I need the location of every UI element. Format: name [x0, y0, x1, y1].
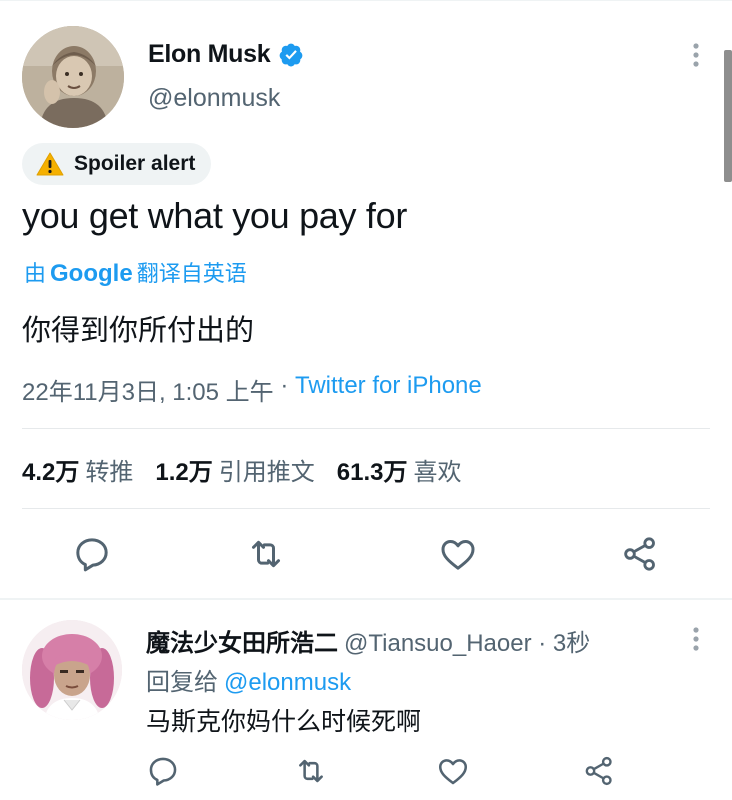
- reply-icon[interactable]: [72, 534, 112, 574]
- stat-value: 61.3万: [336, 459, 408, 486]
- reply-author-avatar[interactable]: [22, 620, 122, 720]
- spoiler-label: Spoiler alert: [74, 152, 196, 175]
- tweet-text: you get what you pay for: [22, 195, 408, 236]
- retweet-icon[interactable]: [294, 754, 328, 788]
- share-icon[interactable]: [582, 754, 616, 788]
- reply-header: 魔法少女田所浩二 @Tiansuo_Haoer · 3秒: [146, 623, 590, 658]
- like-count[interactable]: 61.3万 喜欢: [337, 452, 462, 487]
- share-icon[interactable]: [620, 534, 660, 574]
- reply-text: 马斯克你妈什么时候死啊: [146, 708, 422, 736]
- like-icon[interactable]: [436, 754, 470, 788]
- reply-icon[interactable]: [146, 754, 180, 788]
- reply-author-handle[interactable]: @Tiansuo_Haoer: [344, 630, 532, 658]
- stat-label: 引用推文: [218, 459, 315, 486]
- like-icon[interactable]: [438, 534, 478, 574]
- author-handle[interactable]: @elonmusk: [148, 84, 280, 113]
- stat-label: 转推: [85, 459, 134, 486]
- warning-icon: [36, 152, 64, 176]
- tweet-source[interactable]: Twitter for iPhone: [295, 372, 482, 407]
- more-options-icon[interactable]: [686, 40, 706, 70]
- divider: [22, 428, 710, 429]
- tweet-meta: 22年11月3日, 1:05 上午 · Twitter for iPhone: [22, 372, 482, 407]
- translated-text: 你得到你所付出的: [22, 315, 255, 347]
- stat-value: 1.2万: [155, 459, 213, 486]
- translate-prefix: 由: [24, 261, 47, 286]
- google-logo: Google: [50, 260, 133, 287]
- reply-author-name[interactable]: 魔法少女田所浩二: [146, 623, 338, 658]
- tweet-stats: 4.2万 转推 1.2万 引用推文 61.3万 喜欢: [22, 452, 483, 487]
- main-tweet: Elon Musk @elonmusk Spoiler alert you ge…: [0, 0, 732, 598]
- reply-action-bar: [0, 752, 732, 792]
- meta-separator: ·: [273, 372, 295, 399]
- tweet-action-bar: [0, 530, 732, 580]
- stat-value: 4.2万: [22, 459, 80, 486]
- verified-badge-icon: [279, 43, 303, 66]
- author-name-row[interactable]: Elon Musk: [148, 40, 304, 69]
- replying-to: 回复给 @elonmusk: [146, 662, 351, 697]
- divider: [22, 508, 710, 509]
- stat-label: 喜欢: [413, 459, 462, 486]
- translation-attribution[interactable]: 由 Google 翻译自英语: [24, 256, 247, 288]
- tweet-timestamp[interactable]: 22年11月3日, 1:05 上午: [22, 372, 274, 407]
- retweet-count[interactable]: 4.2万 转推: [22, 452, 133, 487]
- reply-more-options-icon[interactable]: [686, 624, 706, 654]
- author-name[interactable]: Elon Musk: [148, 40, 271, 69]
- quote-count[interactable]: 1.2万 引用推文: [155, 452, 314, 487]
- translate-suffix: 翻译自英语: [136, 261, 247, 286]
- tweet-divider: [0, 598, 732, 600]
- reply-time[interactable]: · 3秒: [532, 623, 590, 658]
- spoiler-alert-badge: Spoiler alert: [22, 143, 212, 185]
- retweet-icon[interactable]: [246, 534, 286, 574]
- reply-prefix: 回复给: [146, 669, 218, 696]
- author-avatar[interactable]: [22, 26, 124, 128]
- reply-mention[interactable]: @elonmusk: [224, 669, 351, 696]
